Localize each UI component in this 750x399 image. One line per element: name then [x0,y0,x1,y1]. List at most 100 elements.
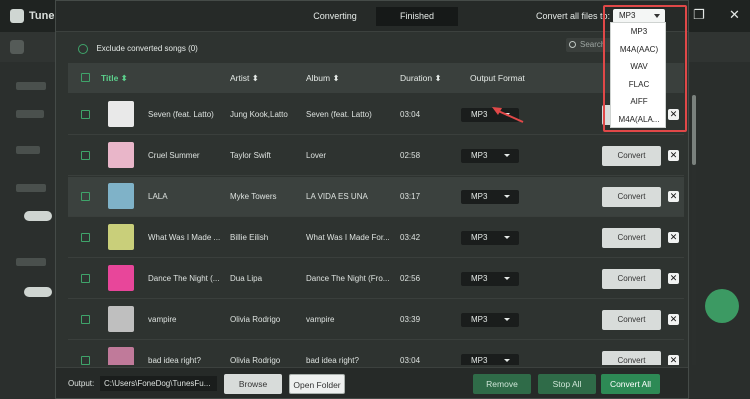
row-checkbox[interactable] [81,233,90,242]
convert-button[interactable]: Convert [602,310,661,330]
table-row[interactable]: What Was I Made ... Billie Eilish What Was… [68,218,684,258]
song-album: What Was I Made For... [306,233,390,242]
output-format-value: MP3 [471,192,488,201]
scrollbar[interactable] [692,95,696,365]
row-checkbox[interactable] [81,356,90,365]
song-album: LA VIDA ES UNA [306,192,368,201]
row-checkbox[interactable] [81,110,90,119]
close-window-icon[interactable]: ✕ [729,7,740,23]
close-icon[interactable]: ✕ [668,191,679,202]
convert-button[interactable]: Convert [602,146,661,166]
dropdown-option[interactable]: AIFF [611,93,667,110]
close-icon[interactable]: ✕ [668,150,679,161]
output-format-select[interactable]: MP3 [461,313,519,327]
song-title: LALA [148,192,168,201]
song-duration: 03:04 [400,110,421,119]
song-list: Seven (feat. Latto) Jung Kook,Latto Seven … [68,95,684,365]
conversion-dialog: Converting Finished Convert all files to… [55,0,696,399]
chevron-down-icon [504,195,510,198]
song-artist: Olivia Rodrigo [230,315,281,324]
output-format-value: MP3 [471,274,488,283]
song-title: bad idea right? [148,356,201,365]
song-album: Dance The Night (Fro... [306,274,390,283]
convert-button[interactable]: Convert [602,269,661,289]
convert-button[interactable]: Convert [602,351,661,365]
output-format-value: MP3 [471,315,488,324]
close-icon[interactable]: ✕ [668,355,679,365]
album-art-thumbnail [108,265,134,291]
exclude-label: Exclude converted songs (0) [96,44,198,54]
sidebar-placeholder [16,258,46,266]
output-format-select[interactable]: MP3 [461,272,519,286]
dropdown-option[interactable]: MP3 [611,23,667,40]
song-title: Cruel Summer [148,151,200,160]
song-album: bad idea right? [306,356,359,365]
close-icon[interactable]: ✕ [668,232,679,243]
column-album[interactable]: Album ⬍ [306,73,340,84]
song-title: Dance The Night (... [148,274,220,283]
output-label: Output: [68,379,95,388]
dropdown-option[interactable]: WAV [611,58,667,75]
column-output-format: Output Format [470,73,525,83]
table-row[interactable]: bad idea right? Olivia Rodrigo bad idea ri… [68,341,684,365]
table-row[interactable]: Seven (feat. Latto) Jung Kook,Latto Seven … [68,95,684,135]
album-art-thumbnail [108,306,134,332]
exclude-radio[interactable] [78,43,88,54]
select-all-checkbox[interactable] [81,73,90,82]
stop-all-button[interactable]: Stop All [538,374,596,394]
remove-button[interactable]: Remove [473,374,531,394]
song-title: What Was I Made ... [148,233,221,242]
song-duration: 03:04 [400,356,421,365]
song-artist: Jung Kook,Latto [230,110,288,119]
open-folder-button[interactable]: Open Folder [289,374,345,394]
background-right-panel [690,62,750,399]
song-artist: Dua Lipa [230,274,263,283]
row-checkbox[interactable] [81,274,90,283]
album-art-thumbnail [108,224,134,250]
table-header: Title ⬍ Artist ⬍ Album ⬍ Duration ⬍ Outp… [68,63,684,93]
song-duration: 03:17 [400,192,421,201]
output-format-value: MP3 [471,233,488,242]
output-format-select[interactable]: MP3 [461,231,519,245]
song-title: vampire [148,315,177,324]
output-path-field[interactable]: C:\Users\FoneDog\TunesFu... [100,376,217,391]
row-checkbox[interactable] [81,315,90,324]
song-album: vampire [306,315,335,324]
convert-button[interactable]: Convert [602,187,661,207]
output-format-select[interactable]: MP3 [461,354,519,365]
scrollbar-thumb[interactable] [692,95,696,165]
close-icon[interactable]: ✕ [668,273,679,284]
output-format-select[interactable]: MP3 [461,149,519,163]
output-format-value: MP3 [471,110,488,119]
table-row[interactable]: Cruel Summer Taylor Swift Lover 02:58 MP3 Con… [68,136,684,176]
convert-button[interactable]: Convert [602,228,661,248]
browse-button[interactable]: Browse [224,374,282,394]
dropdown-option[interactable]: M4A(ALA... [611,111,667,128]
dropdown-option[interactable]: FLAC [611,76,667,93]
song-artist: Olivia Rodrigo [230,356,281,365]
column-artist[interactable]: Artist ⬍ [230,73,259,84]
chevron-down-icon [504,318,510,321]
exclude-converted-option[interactable]: Exclude converted songs (0) [78,40,198,54]
row-checkbox[interactable] [81,151,90,160]
home-icon [10,40,24,54]
maximize-window-icon[interactable]: ❐ [693,7,705,23]
table-row[interactable]: Dance The Night (... Dua Lipa Dance The Ni… [68,259,684,299]
tab-converting[interactable]: Converting [302,7,368,26]
output-format-select[interactable]: MP3 [461,190,519,204]
sidebar-pill [24,211,52,221]
column-title[interactable]: Title ⬍ [101,73,128,84]
tab-finished[interactable]: Finished [376,7,458,26]
row-checkbox[interactable] [81,192,90,201]
convert-all-button[interactable]: Convert All [601,374,660,394]
search-icon [569,41,576,48]
chevron-down-icon [504,236,510,239]
song-duration: 03:42 [400,233,421,242]
dialog-header: Converting Finished Convert all files to… [56,1,688,32]
column-duration[interactable]: Duration ⬍ [400,73,442,84]
dropdown-option[interactable]: M4A(AAC) [611,41,667,58]
table-row[interactable]: LALA Myke Towers LA VIDA ES UNA 03:17 MP3 Con… [68,177,684,217]
output-format-value: MP3 [471,356,488,365]
close-icon[interactable]: ✕ [668,314,679,325]
table-row[interactable]: vampire Olivia Rodrigo vampire 03:39 MP3 Conv… [68,300,684,340]
